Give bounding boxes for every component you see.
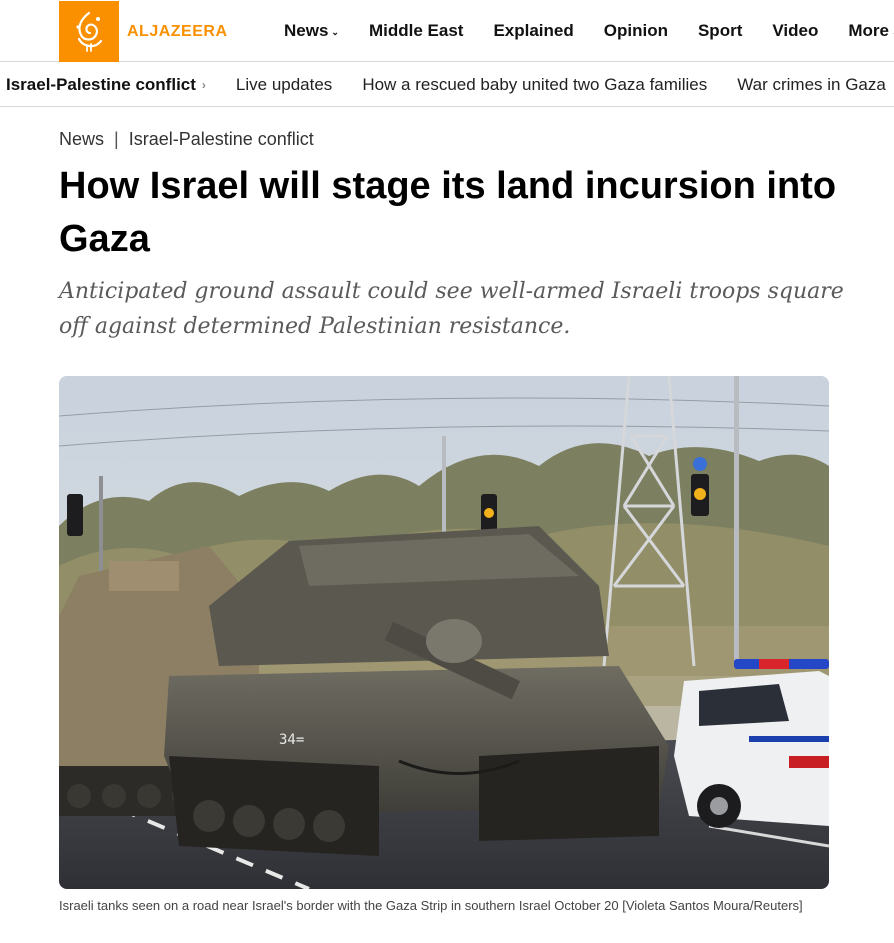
topic-subnav: Israel-Palestine conflict › Live updates… bbox=[0, 63, 894, 107]
breadcrumb-section-link[interactable]: News bbox=[59, 129, 104, 150]
subnav-item-war-crimes[interactable]: War crimes in Gaza bbox=[737, 75, 886, 95]
tank-marking: 34= bbox=[279, 732, 304, 748]
nav-item-label: Sport bbox=[697, 21, 743, 40]
chevron-down-icon: ⌄ bbox=[331, 26, 339, 37]
nav-item-more[interactable]: More⌄ bbox=[848, 21, 894, 41]
nav-item-label: News bbox=[284, 21, 329, 40]
article-title: How Israel will stage its land incursion… bbox=[59, 165, 837, 260]
logo-emblem-icon bbox=[59, 1, 119, 62]
nav-item-news[interactable]: News ⌄ bbox=[284, 21, 339, 41]
aljazeera-logo[interactable]: ALJAZEERA bbox=[59, 1, 228, 62]
nav-item-opinion[interactable]: Opinion bbox=[604, 21, 668, 41]
article-subtitle: Anticipated ground assault could see wel… bbox=[59, 279, 844, 339]
main-nav: News ⌄ Middle East Explained Opinion Spor… bbox=[284, 0, 894, 62]
article-hero-image: 34= bbox=[59, 376, 829, 889]
nav-item-label: Middle East bbox=[368, 21, 464, 40]
nav-item-explained[interactable]: Explained bbox=[493, 21, 573, 41]
breadcrumb-topic-link[interactable]: Israel-Palestine conflict bbox=[129, 129, 314, 150]
nav-item-video[interactable]: Video bbox=[772, 21, 818, 41]
nav-item-sport[interactable]: Sport bbox=[698, 21, 742, 41]
subnav-item-live-updates[interactable]: Live updates bbox=[236, 75, 332, 95]
nav-item-label: Opinion bbox=[603, 21, 668, 40]
nav-item-label: Video bbox=[772, 21, 819, 40]
nav-item-label: More bbox=[848, 21, 889, 40]
logo-wordmark: ALJAZEERA bbox=[127, 22, 228, 40]
breadcrumb: News | Israel-Palestine conflict bbox=[59, 129, 314, 150]
site-header: ALJAZEERA News ⌄ Middle East Explained Op… bbox=[0, 0, 894, 62]
chevron-right-icon: › bbox=[201, 78, 206, 92]
image-caption: Israeli tanks seen on a road near Israel… bbox=[59, 898, 803, 913]
subnav-topic-label: Israel-Palestine conflict bbox=[6, 75, 196, 94]
subnav-topic-link[interactable]: Israel-Palestine conflict › bbox=[6, 75, 206, 95]
nav-item-middle-east[interactable]: Middle East bbox=[369, 21, 463, 41]
nav-item-label: Explained bbox=[493, 21, 574, 40]
subnav-item-rescued-baby[interactable]: How a rescued baby united two Gaza famil… bbox=[362, 75, 707, 95]
breadcrumb-separator: | bbox=[114, 129, 119, 149]
